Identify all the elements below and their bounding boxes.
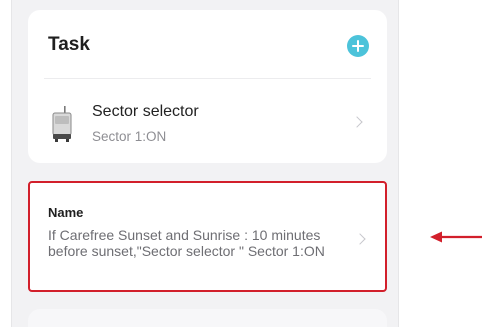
name-label: Name (48, 205, 84, 220)
chevron-right-icon (354, 233, 366, 245)
task-card: Task Sector selector Sector 1:ON (28, 10, 387, 163)
task-device-row[interactable]: Sector selector Sector 1:ON (28, 79, 387, 163)
name-value: If Carefree Sunset and Sunrise : 10 minu… (48, 227, 325, 259)
chevron-right-icon (351, 116, 363, 128)
task-title: Task (48, 34, 90, 55)
device-controller-icon (52, 106, 72, 142)
plus-circle-icon[interactable] (347, 35, 369, 57)
device-name: Sector selector (92, 103, 199, 120)
next-card (28, 309, 387, 327)
device-status: Sector 1:ON (92, 129, 167, 144)
name-row[interactable]: Name If Carefree Sunset and Sunrise : 10… (28, 181, 387, 292)
arrow-left-icon (430, 231, 482, 243)
